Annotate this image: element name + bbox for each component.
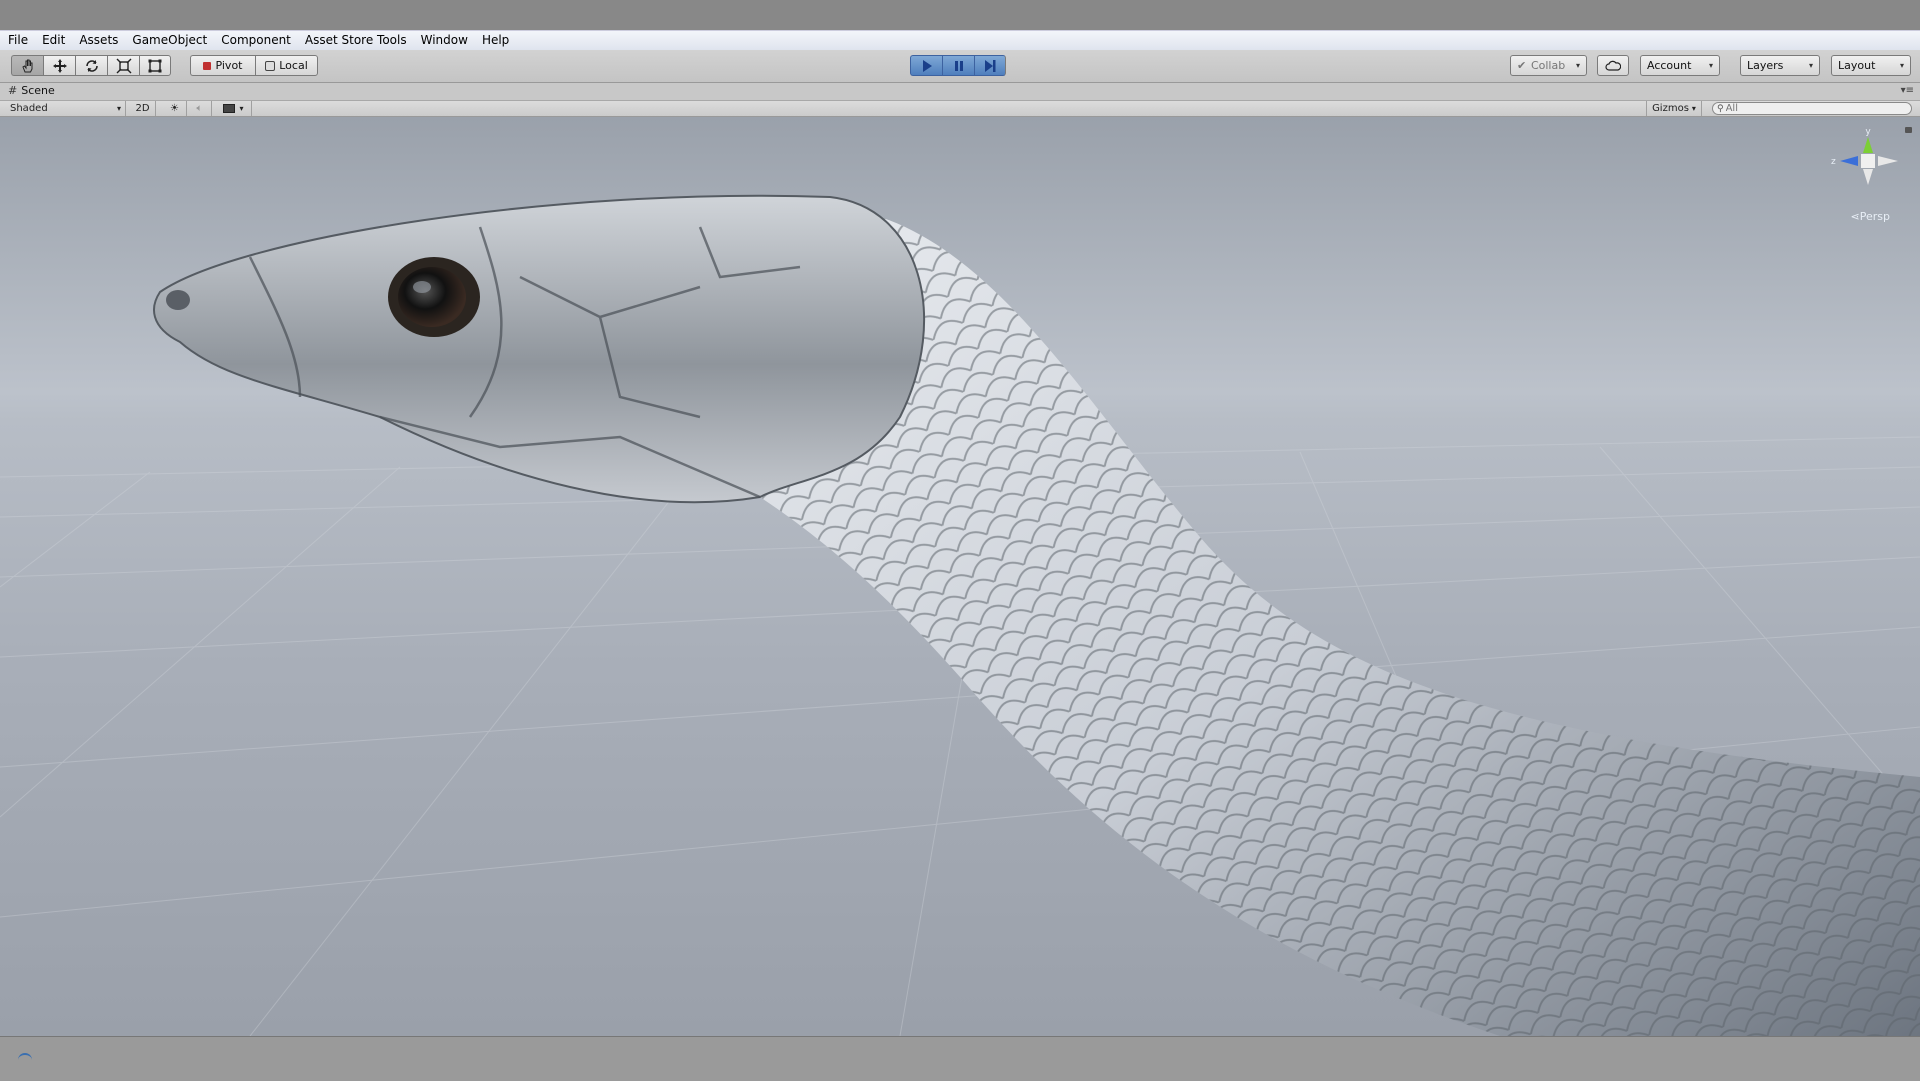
- projection-toggle[interactable]: ⋖Persp: [1851, 210, 1890, 223]
- layout-group: Layout ▾: [1831, 55, 1911, 76]
- collab-check-icon: ✔: [1517, 59, 1527, 72]
- rotate-tool-button[interactable]: [75, 55, 107, 76]
- snake-eye: [398, 267, 466, 327]
- gizmo-center-cube[interactable]: [1861, 154, 1875, 168]
- chevron-down-icon: ▾: [1899, 61, 1904, 70]
- sun-icon: ☀: [170, 103, 179, 114]
- layers-group: Layers ▾: [1740, 55, 1820, 76]
- snake-nostril: [166, 290, 190, 310]
- main-toolbar: Pivot Local ✔ Collab ▾ Account ▾ Layers …: [0, 50, 1920, 83]
- layers-dropdown[interactable]: Layers ▾: [1740, 55, 1820, 76]
- scene-tab-bar: # Scene ▾≡: [0, 83, 1920, 101]
- menu-asset-store-tools[interactable]: Asset Store Tools: [298, 31, 414, 50]
- step-button[interactable]: [974, 55, 1006, 76]
- rect-tool-button[interactable]: [139, 55, 171, 76]
- local-icon: [265, 60, 276, 71]
- chevron-down-icon: ▾: [116, 104, 121, 113]
- menu-file[interactable]: File: [0, 31, 35, 50]
- layout-dropdown[interactable]: Layout ▾: [1831, 55, 1911, 76]
- collab-group: ✔ Collab ▾: [1510, 55, 1587, 76]
- status-bar: [0, 1036, 1920, 1081]
- account-label: Account: [1647, 59, 1692, 72]
- gizmos-label: Gizmos: [1652, 103, 1689, 114]
- menu-gameobject[interactable]: GameObject: [125, 31, 214, 50]
- local-label: Local: [279, 59, 308, 72]
- play-button[interactable]: [910, 55, 942, 76]
- scene-render: [0, 194, 1920, 1036]
- search-icon: ⚲: [1717, 103, 1724, 114]
- chevron-down-icon: ▾: [239, 104, 244, 113]
- menu-bar: File Edit Assets GameObject Component As…: [0, 30, 1920, 50]
- hand-tool-icon: [21, 59, 32, 72]
- scene-tab-label: Scene: [21, 84, 55, 97]
- audio-toggle-button[interactable]: 🔈︎: [188, 101, 212, 116]
- pivot-label: Pivot: [215, 59, 243, 72]
- chevron-down-icon: ▾: [1575, 61, 1580, 70]
- shading-mode-label: Shaded: [10, 103, 48, 114]
- hand-tool-button[interactable]: [11, 55, 43, 76]
- axis-neg-y-cone[interactable]: [1863, 169, 1873, 185]
- search-input[interactable]: [1725, 103, 1896, 114]
- pivot-toggle-button[interactable]: Pivot: [190, 55, 255, 76]
- scene-viewport[interactable]: y z ⋖Persp: [0, 117, 1920, 1036]
- axis-y-cone[interactable]: [1863, 137, 1873, 153]
- transform-tools: [11, 55, 171, 76]
- layers-label: Layers: [1747, 59, 1784, 72]
- axis-z-label: z: [1831, 157, 1836, 167]
- progress-spinner-icon: [18, 1053, 32, 1063]
- scene-search[interactable]: ⚲: [1712, 102, 1912, 115]
- layout-label: Layout: [1838, 59, 1876, 72]
- chevron-down-icon: ▾: [1691, 104, 1696, 113]
- scene-toolbar: Shaded ▾ 2D ☀ 🔈︎ ▾ Gizmos ▾ ⚲: [0, 101, 1920, 117]
- scale-tool-icon: [116, 58, 131, 73]
- grid-icon: #: [8, 84, 18, 97]
- pivot-icon: [203, 61, 212, 70]
- collab-dropdown[interactable]: ✔ Collab ▾: [1510, 55, 1587, 76]
- local-toggle-button[interactable]: Local: [255, 55, 318, 76]
- menu-edit[interactable]: Edit: [35, 31, 72, 50]
- cloud-icon: [1605, 60, 1621, 71]
- chevron-down-icon: ▾: [1808, 61, 1813, 70]
- rotate-tool-icon: [85, 59, 98, 72]
- shading-mode-dropdown[interactable]: Shaded ▾: [0, 101, 126, 116]
- pause-button[interactable]: [942, 55, 974, 76]
- lighting-toggle-button[interactable]: ☀: [163, 101, 187, 116]
- step-icon: [985, 59, 996, 72]
- move-tool-icon: [52, 58, 67, 73]
- window-titlebar-area: [0, 0, 1920, 30]
- account-group: Account ▾: [1640, 55, 1720, 76]
- image-icon: [223, 104, 236, 113]
- tab-scene[interactable]: # Scene: [8, 84, 55, 97]
- scale-tool-button[interactable]: [107, 55, 139, 76]
- projection-label: Persp: [1859, 210, 1890, 223]
- axis-y-label: y: [1865, 127, 1871, 137]
- move-tool-button[interactable]: [43, 55, 75, 76]
- menu-assets[interactable]: Assets: [72, 31, 125, 50]
- 2d-toggle-button[interactable]: 2D: [130, 101, 156, 116]
- persp-icon: ⋖: [1850, 210, 1860, 223]
- effects-dropdown[interactable]: ▾: [216, 101, 252, 116]
- speaker-icon: 🔈︎: [196, 103, 203, 114]
- tab-menu-icon[interactable]: ▾≡: [1901, 85, 1914, 96]
- 2d-label: 2D: [135, 103, 150, 114]
- account-dropdown[interactable]: Account ▾: [1640, 55, 1720, 76]
- orientation-gizmo[interactable]: y z: [1826, 125, 1906, 215]
- pause-icon: [954, 60, 963, 71]
- axis-z-cone[interactable]: [1840, 156, 1858, 166]
- rect-tool-icon: [148, 59, 162, 72]
- menu-component[interactable]: Component: [214, 31, 298, 50]
- cloud-group: [1597, 55, 1629, 76]
- lock-icon[interactable]: [1905, 127, 1912, 133]
- menu-help[interactable]: Help: [475, 31, 516, 50]
- menu-window[interactable]: Window: [414, 31, 475, 50]
- snake-head: [153, 194, 926, 504]
- collab-label: Collab: [1530, 59, 1566, 72]
- axis-neg-z-cone[interactable]: [1878, 156, 1898, 166]
- gizmos-dropdown[interactable]: Gizmos ▾: [1646, 101, 1702, 116]
- pivot-local-group: Pivot Local: [190, 55, 318, 76]
- play-controls: [910, 55, 1006, 76]
- play-icon: [922, 59, 932, 72]
- cloud-button[interactable]: [1597, 55, 1629, 76]
- chevron-down-icon: ▾: [1708, 61, 1713, 70]
